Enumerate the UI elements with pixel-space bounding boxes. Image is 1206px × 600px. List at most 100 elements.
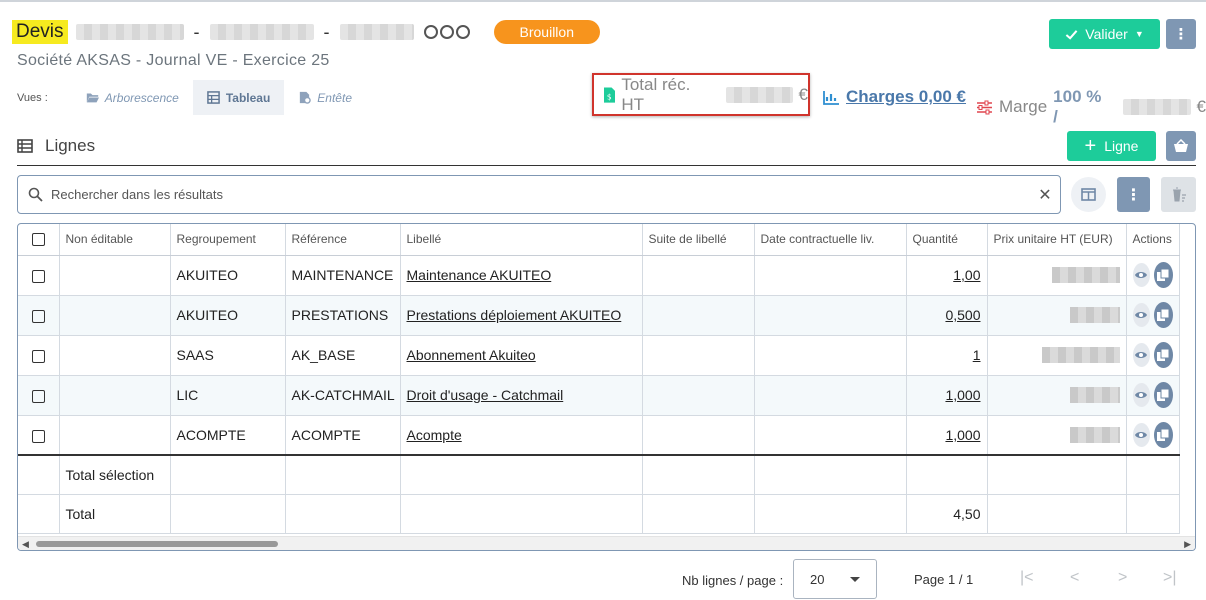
quantite-cell[interactable]: 1,000 <box>906 375 988 416</box>
select-all-header[interactable] <box>18 224 60 256</box>
redacted-marge <box>1122 99 1191 115</box>
view-tab-entete[interactable]: Entête <box>284 80 366 115</box>
eye-icon <box>1135 431 1148 438</box>
row-select-cell[interactable] <box>18 295 60 336</box>
view-switcher: Vues : Arborescence Tableau Entête <box>17 80 366 115</box>
clear-search-icon[interactable]: ✕ <box>1030 185 1060 205</box>
table-row[interactable]: LIC AK-CATCHMAIL Droit d'usage - Catchma… <box>18 375 1180 416</box>
column-header[interactable]: Date contractuelle liv. <box>754 224 907 256</box>
prev-page-icon[interactable]: < <box>1070 569 1079 587</box>
duplicate-button[interactable] <box>1153 302 1173 328</box>
quantite-cell[interactable]: 1 <box>906 335 988 376</box>
libelle-cell[interactable]: Prestations déploiement AKUITEO <box>400 295 643 336</box>
row-checkbox[interactable] <box>31 269 45 283</box>
charges-link[interactable]: Charges 0,00 € <box>823 87 966 107</box>
quantite-cell[interactable]: 0,500 <box>906 295 988 336</box>
empty-cell <box>285 454 401 495</box>
duplicate-button[interactable] <box>1153 421 1173 448</box>
trash-filter-icon <box>1172 187 1186 202</box>
view-tab-label: Arborescence <box>104 90 179 105</box>
table-row[interactable]: AKUITEO MAINTENANCE Maintenance AKUITEO … <box>18 255 1180 296</box>
quantite-cell[interactable]: 1,000 <box>906 415 988 456</box>
libelle-cell[interactable]: Acompte <box>400 415 643 456</box>
kebab-icon: ⋮ <box>1173 26 1189 43</box>
libelle-link[interactable]: Prestations déploiement AKUITEO <box>407 307 622 323</box>
rows-per-page-select[interactable]: 20 <box>793 559 877 599</box>
quantite-link[interactable]: 1,00 <box>953 267 980 283</box>
view-button[interactable] <box>1132 343 1150 367</box>
duplicate-button[interactable] <box>1153 342 1173 368</box>
first-page-icon[interactable]: |< <box>1020 569 1034 587</box>
duplicate-button[interactable] <box>1153 262 1173 288</box>
table-row[interactable]: SAAS AK_BASE Abonnement Akuiteo 1 <box>18 335 1180 376</box>
row-select-cell[interactable] <box>18 255 60 296</box>
quantite-cell[interactable]: 1,00 <box>906 255 988 296</box>
quantite-link[interactable]: 1 <box>973 347 981 363</box>
regroupement-cell: AKUITEO <box>170 295 286 336</box>
caret-down-icon: ▼ <box>1134 29 1144 39</box>
empty-cell <box>642 454 755 495</box>
view-button[interactable] <box>1132 303 1150 327</box>
non-editable-cell <box>59 295 171 336</box>
horizontal-scrollbar[interactable]: ◀ ▶ <box>18 536 1195 550</box>
scroll-right-icon[interactable]: ▶ <box>1184 539 1191 550</box>
scrollbar-thumb[interactable] <box>36 541 278 547</box>
column-header[interactable]: Non éditable <box>59 224 171 256</box>
row-checkbox[interactable] <box>31 429 45 443</box>
column-header[interactable]: Regroupement <box>170 224 286 256</box>
libelle-cell[interactable]: Droit d'usage - Catchmail <box>400 375 643 416</box>
search-input[interactable] <box>51 187 1022 202</box>
quantite-link[interactable]: 1,000 <box>945 427 980 443</box>
grid-options-button[interactable]: ⋮ <box>1117 177 1150 212</box>
last-page-icon[interactable]: >| <box>1163 569 1177 587</box>
libelle-link[interactable]: Acompte <box>407 427 462 443</box>
column-header[interactable]: Libellé <box>400 224 643 256</box>
table-row[interactable]: AKUITEO PRESTATIONS Prestations déploiem… <box>18 295 1180 336</box>
validate-button[interactable]: Valider ▼ <box>1049 19 1160 49</box>
libelle-cell[interactable]: Abonnement Akuiteo <box>400 335 643 376</box>
libelle-link[interactable]: Droit d'usage - Catchmail <box>407 387 564 403</box>
table-row[interactable]: ACOMPTE ACOMPTE Acompte 1,000 <box>18 415 1180 456</box>
quantite-link[interactable]: 1,000 <box>945 387 980 403</box>
libelle-link[interactable]: Abonnement Akuiteo <box>407 347 536 363</box>
column-header[interactable]: Quantité <box>906 224 988 256</box>
view-tab-tableau[interactable]: Tableau <box>192 80 285 115</box>
non-editable-cell <box>59 255 171 296</box>
clear-filters-button[interactable] <box>1161 177 1196 212</box>
view-button[interactable] <box>1132 422 1150 447</box>
rows-per-page-label: Nb lignes / page : <box>682 573 784 588</box>
quantite-link[interactable]: 0,500 <box>945 307 980 323</box>
column-header[interactable]: Suite de libellé <box>642 224 755 256</box>
column-header[interactable]: Prix unitaire HT (EUR) <box>987 224 1127 256</box>
date-cell <box>754 255 907 296</box>
duplicate-button[interactable] <box>1153 382 1173 408</box>
select-all-checkbox[interactable] <box>31 233 45 247</box>
row-select-cell[interactable] <box>18 415 60 456</box>
scroll-left-icon[interactable]: ◀ <box>22 539 29 550</box>
row-checkbox[interactable] <box>31 349 45 363</box>
row-select-cell[interactable] <box>18 335 60 376</box>
view-button[interactable] <box>1132 383 1150 407</box>
next-page-icon[interactable]: > <box>1118 569 1127 587</box>
row-checkbox[interactable] <box>31 309 45 323</box>
columns-button[interactable] <box>1071 177 1106 212</box>
redacted-number <box>209 24 314 40</box>
non-editable-cell <box>59 375 171 416</box>
view-tab-arborescence[interactable]: Arborescence <box>72 80 193 115</box>
row-checkbox[interactable] <box>31 389 45 403</box>
column-header[interactable]: Actions <box>1126 224 1180 256</box>
add-ligne-button[interactable]: + Ligne <box>1067 131 1156 161</box>
libelle-link[interactable]: Maintenance AKUITEO <box>407 267 552 283</box>
basket-button[interactable] <box>1166 131 1196 161</box>
more-options-button[interactable]: ⋮ <box>1166 19 1196 49</box>
empty-cell <box>906 454 988 495</box>
libelle-cell[interactable]: Maintenance AKUITEO <box>400 255 643 296</box>
regroupement-cell: LIC <box>170 375 286 416</box>
marge-label: Marge <box>998 97 1048 116</box>
view-button[interactable] <box>1132 263 1150 287</box>
row-select-cell[interactable] <box>18 375 60 416</box>
lines-grid: Non éditable Regroupement Référence Libe… <box>17 223 1196 551</box>
table-icon <box>207 91 220 104</box>
regroupement-cell: ACOMPTE <box>170 415 286 456</box>
column-header[interactable]: Référence <box>285 224 401 256</box>
